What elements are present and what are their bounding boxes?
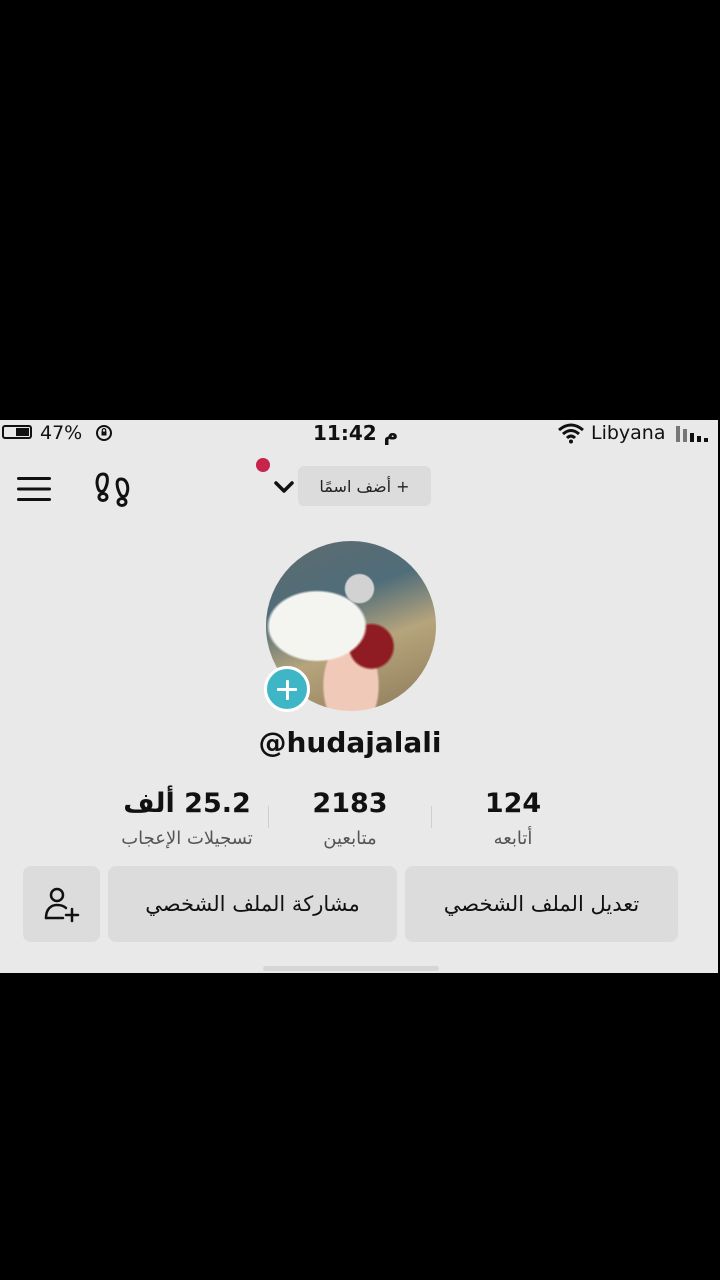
menu-icon[interactable] bbox=[16, 475, 52, 503]
chevron-down-icon[interactable] bbox=[272, 478, 296, 496]
likes-label[interactable]: تسجيلات الإعجاب bbox=[102, 828, 272, 849]
status-bar: 47% 11:42 م Libyana bbox=[0, 420, 718, 446]
following-count[interactable]: 124 bbox=[428, 788, 598, 819]
wifi-icon bbox=[558, 423, 584, 444]
notification-dot bbox=[256, 458, 270, 472]
share-profile-button[interactable]: مشاركة الملف الشخصي bbox=[108, 866, 397, 942]
followers-label[interactable]: متابعين bbox=[265, 828, 435, 849]
following-label[interactable]: أتابعه bbox=[428, 828, 598, 849]
carrier-name: Libyana bbox=[591, 422, 666, 444]
username: @hudajalali bbox=[258, 726, 442, 759]
profile-screen: 47% 11:42 م Libyana + أضف اسمًا @hudajal… bbox=[0, 420, 718, 973]
rotation-lock-icon bbox=[96, 425, 112, 441]
add-friend-icon bbox=[44, 887, 79, 923]
footprints-icon[interactable] bbox=[94, 470, 132, 508]
status-time: 11:42 م bbox=[313, 421, 399, 445]
edit-profile-button[interactable]: تعديل الملف الشخصي bbox=[405, 866, 678, 942]
add-story-icon[interactable] bbox=[264, 666, 310, 712]
add-friend-button[interactable] bbox=[23, 866, 100, 942]
followers-count[interactable]: 2183 bbox=[265, 788, 435, 819]
likes-count[interactable]: 25.2 ألف bbox=[102, 788, 272, 819]
add-name-button[interactable]: + أضف اسمًا bbox=[298, 466, 431, 506]
home-indicator bbox=[263, 966, 439, 971]
battery-percent: 47% bbox=[40, 422, 83, 444]
battery-icon bbox=[2, 425, 36, 441]
signal-icon bbox=[676, 426, 708, 442]
